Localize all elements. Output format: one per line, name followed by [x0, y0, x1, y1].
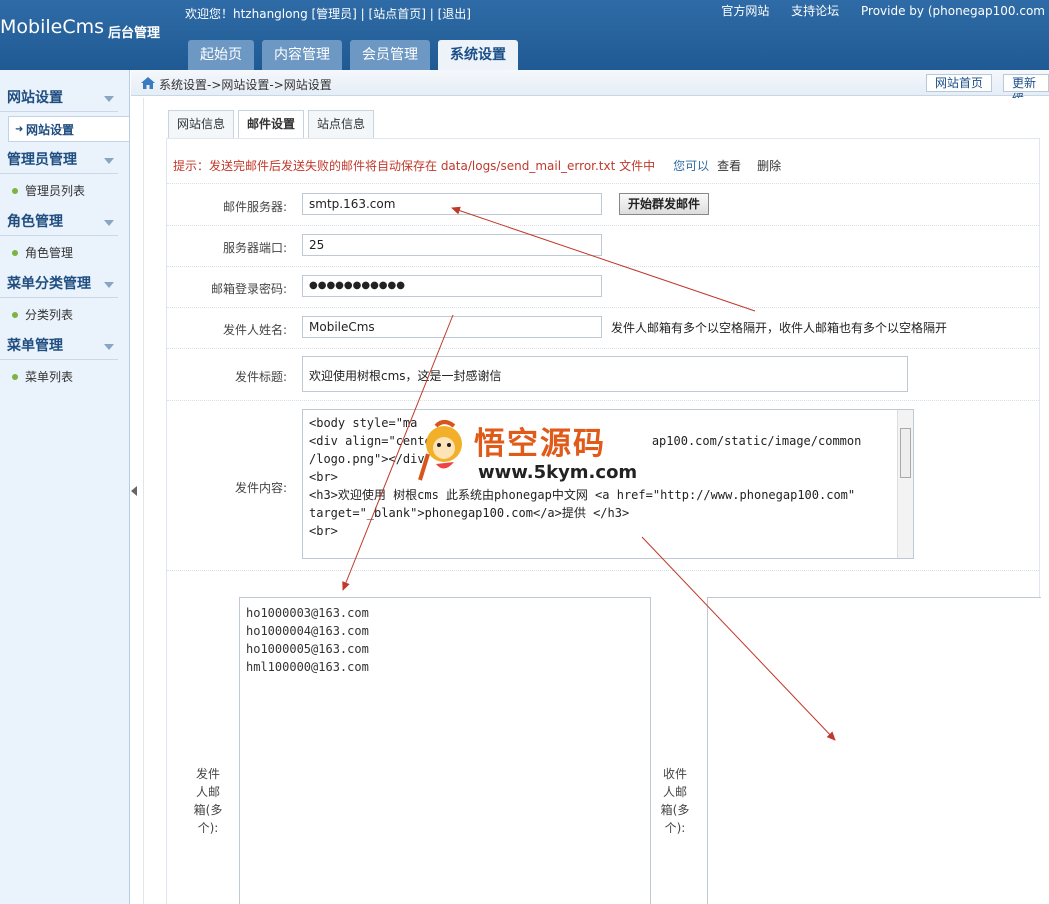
sidebar-item-label: 网站设置	[26, 123, 75, 137]
sidebar-section-site[interactable]: 网站设置	[0, 84, 118, 112]
sidebar-item-site-settings[interactable]: ➜ 网站设置	[8, 116, 129, 142]
main-nav: 起始页 内容管理 会员管理 系统设置	[188, 40, 526, 70]
smtp-row: 邮件服务器: smtp.163.com 开始群发邮件	[167, 183, 1039, 225]
sender-hint: 发件人邮箱有多个以空格隔开，收件人邮箱也有多个以空格隔开	[611, 321, 948, 335]
content-line: <h3>欢迎使用 树根cms 此系统由phonegap中文网 <a href="…	[309, 488, 856, 502]
receivers-textarea[interactable]	[707, 597, 1041, 904]
receivers-label: 收件人邮箱(多个):	[660, 767, 690, 835]
sidebar-section-label: 网站设置	[7, 90, 63, 106]
password-row: 邮箱登录密码: ●●●●●●●●●●●	[167, 266, 1039, 307]
sidebar-item-category-list[interactable]: 分类列表	[0, 302, 129, 328]
tab-mail-settings[interactable]: 邮件设置	[238, 110, 305, 139]
port-row: 服务器端口: 25	[167, 225, 1039, 266]
watermark-title: 悟空源码	[474, 426, 606, 462]
senders-label: 发件人邮箱(多个):	[193, 767, 223, 835]
tab-site-info[interactable]: 网站信息	[168, 110, 235, 138]
sidebar-section-label: 菜单管理	[7, 338, 63, 354]
chevron-down-icon	[104, 220, 114, 226]
chevron-down-icon	[104, 96, 114, 102]
content-line: target="_blank">phonegap100.com</a>提供 </…	[309, 506, 630, 520]
smtp-label: 邮件服务器:	[222, 200, 287, 214]
welcome-text[interactable]: 欢迎您！htzhanglong [管理员] | [站点首页] | [退出]	[185, 5, 471, 22]
top-links: 官方网站 支持论坛 Provide by (phonegap100.com	[703, 2, 1045, 19]
provider-link[interactable]: Provide by (phonegap100.com	[861, 4, 1045, 18]
official-site-link[interactable]: 官方网站	[721, 4, 769, 18]
port-input[interactable]: 25	[302, 234, 602, 256]
nav-tab-content[interactable]: 内容管理	[262, 40, 342, 70]
main-panel: 网站信息 邮件设置 站点信息 提示：发送完邮件后发送失败的邮件将自动保存在 da…	[143, 98, 1049, 904]
subject-label: 发件标题:	[234, 370, 287, 384]
subject-input[interactable]: 欢迎使用树根cms，这是一封感谢信	[302, 356, 908, 392]
collapse-sidebar-icon[interactable]	[131, 486, 137, 496]
bullet-icon	[12, 250, 18, 256]
breadcrumb: 系统设置->网站设置->网站设置	[159, 78, 332, 92]
sidebar-section-label: 角色管理	[7, 214, 63, 230]
bullet-icon	[12, 188, 18, 194]
tip-message: 提示：发送完邮件后发送失败的邮件将自动保存在 data/logs/send_ma…	[173, 157, 781, 174]
scrollbar-thumb[interactable]	[900, 428, 911, 478]
sidebar-item-label: 管理员列表	[25, 184, 86, 198]
nav-tab-settings[interactable]: 系统设置	[438, 40, 518, 70]
port-label: 服务器端口:	[222, 241, 287, 255]
sidebar-section-menu-category[interactable]: 菜单分类管理	[0, 270, 118, 298]
password-input[interactable]: ●●●●●●●●●●●	[302, 275, 602, 297]
smtp-input[interactable]: smtp.163.com	[302, 193, 602, 215]
sender-name-input[interactable]: MobileCms	[302, 316, 602, 338]
arrow-right-icon: ➜	[15, 124, 24, 135]
sender-email: ho1000004@163.com	[246, 624, 369, 638]
brand-name: MobileCms	[0, 16, 104, 38]
chevron-down-icon	[104, 282, 114, 288]
content-line-tail: ap100.com/static/image/common	[651, 434, 862, 448]
content-scrollbar[interactable]	[897, 410, 913, 558]
sender-name-label: 发件人姓名:	[222, 323, 287, 337]
sidebar: 网站设置 ➜ 网站设置 管理员管理 管理员列表 角色管理 角色管理 菜单分类管理 …	[0, 70, 130, 904]
sidebar-item-admin-list[interactable]: 管理员列表	[0, 178, 129, 204]
chevron-down-icon	[104, 158, 114, 164]
monkey-logo-icon	[418, 420, 462, 481]
sidebar-item-label: 菜单列表	[25, 370, 74, 384]
sender-email: hml100000@163.com	[246, 660, 369, 674]
view-log-link[interactable]: 查看	[717, 159, 741, 173]
sidebar-section-admin[interactable]: 管理员管理	[0, 146, 118, 174]
header-bar: MobileCms 后台管理 欢迎您！htzhanglong [管理员] | [站…	[0, 0, 1049, 70]
sidebar-section-label: 管理员管理	[7, 152, 77, 168]
tip-you-can: 您可以	[673, 159, 710, 173]
nav-tab-home[interactable]: 起始页	[188, 40, 254, 70]
send-mass-mail-button[interactable]: 开始群发邮件	[619, 193, 710, 215]
chevron-down-icon	[104, 344, 114, 350]
brand-subtitle: 后台管理	[108, 26, 161, 41]
bullet-icon	[12, 374, 18, 380]
sidebar-section-roles[interactable]: 角色管理	[0, 208, 118, 236]
sidebar-item-label: 分类列表	[25, 308, 74, 322]
subject-row: 发件标题: 欢迎使用树根cms，这是一封感谢信	[167, 348, 1039, 400]
watermark-url: www.5kym.com	[478, 462, 638, 483]
update-cache-button[interactable]: 更新缓	[1003, 74, 1049, 106]
forum-link[interactable]: 支持论坛	[791, 4, 839, 18]
tab-station-info[interactable]: 站点信息	[308, 110, 375, 138]
sidebar-section-label: 菜单分类管理	[7, 276, 91, 292]
sender-email: ho1000005@163.com	[246, 642, 369, 656]
nav-tab-members[interactable]: 会员管理	[350, 40, 430, 70]
content-line: <br>	[309, 524, 338, 538]
delete-log-link[interactable]: 删除	[757, 159, 781, 173]
sidebar-section-menu[interactable]: 菜单管理	[0, 332, 118, 360]
sidebar-item-role-manage[interactable]: 角色管理	[0, 240, 129, 266]
bullet-icon	[12, 312, 18, 318]
logo: MobileCms 后台管理	[0, 16, 161, 41]
breadcrumb-bar: 系统设置->网站设置->网站设置 网站首页 更新缓	[131, 70, 1049, 106]
sender-name-row: 发件人姓名: MobileCms 发件人邮箱有多个以空格隔开，收件人邮箱也有多个…	[167, 307, 1039, 348]
sender-email: ho1000003@163.com	[246, 606, 369, 620]
senders-textarea[interactable]: ho1000003@163.com ho1000004@163.com ho10…	[239, 597, 651, 904]
site-home-button[interactable]: 网站首页	[926, 74, 993, 92]
settings-tabs: 网站信息 邮件设置 站点信息	[168, 110, 378, 139]
content-label: 发件内容:	[234, 481, 287, 495]
sidebar-item-menu-list[interactable]: 菜单列表	[0, 364, 129, 390]
password-label: 邮箱登录密码:	[210, 282, 287, 296]
sidebar-item-label: 角色管理	[25, 246, 74, 260]
mail-settings-form: 提示：发送完邮件后发送失败的邮件将自动保存在 data/logs/send_ma…	[166, 138, 1041, 904]
home-icon[interactable]	[141, 77, 155, 89]
tip-text: 提示：发送完邮件后发送失败的邮件将自动保存在 data/logs/send_ma…	[173, 159, 656, 173]
watermark: 悟空源码 www.5kym.com	[414, 418, 638, 488]
